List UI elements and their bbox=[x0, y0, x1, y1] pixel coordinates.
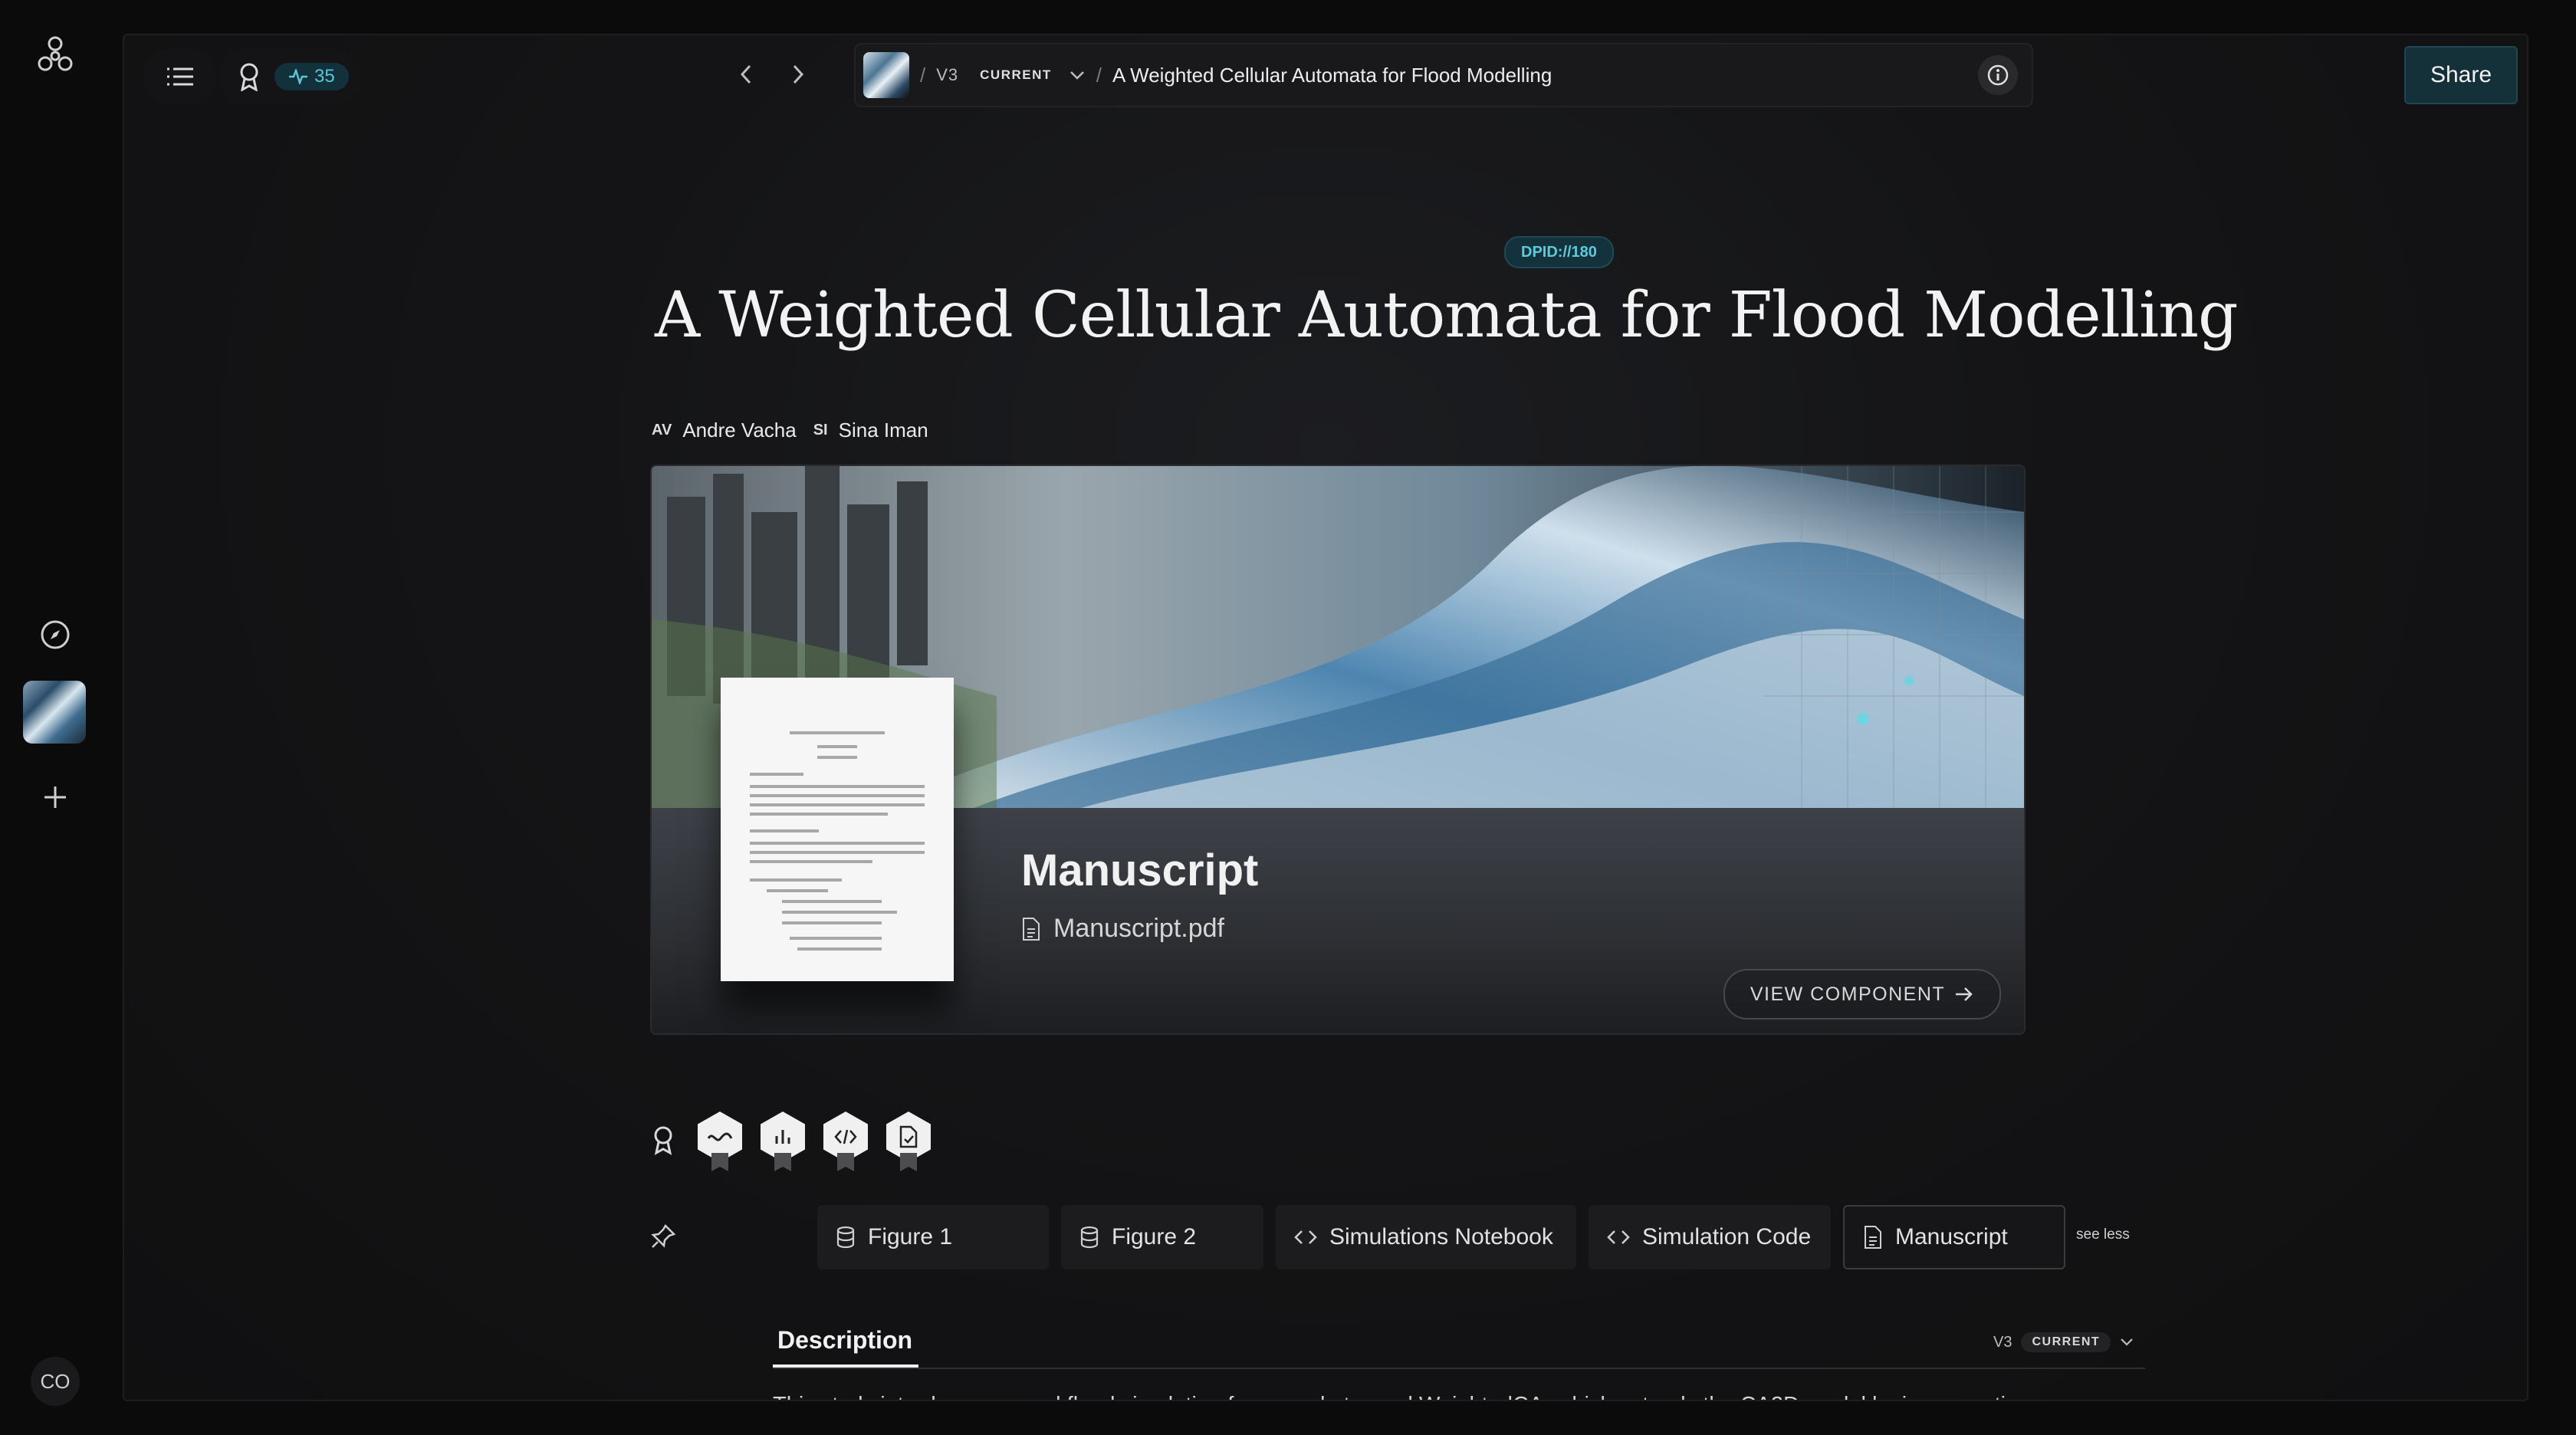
manuscript-thumbnail[interactable] bbox=[721, 678, 954, 981]
view-component-label: VIEW COMPONENT bbox=[1750, 983, 1946, 1005]
badge-figures[interactable] bbox=[761, 1112, 805, 1171]
breadcrumb: / V3 CURRENT / A Weighted Cellular Autom… bbox=[854, 43, 2033, 107]
tab-figure-1[interactable]: Figure 1 bbox=[817, 1205, 1049, 1269]
activity-icon bbox=[289, 69, 307, 84]
current-label[interactable]: CURRENT bbox=[980, 67, 1052, 83]
author-name[interactable]: Sina Iman bbox=[839, 419, 928, 442]
file-icon bbox=[1023, 917, 1040, 941]
info-icon bbox=[1987, 64, 2009, 86]
badge-list bbox=[698, 1112, 931, 1171]
code-icon bbox=[1607, 1230, 1630, 1244]
code-icon bbox=[834, 1129, 857, 1144]
badge-score-pill[interactable]: 35 bbox=[219, 49, 360, 104]
database-icon bbox=[836, 1226, 855, 1249]
left-rail: CO bbox=[0, 0, 123, 1435]
file-check-icon bbox=[899, 1125, 918, 1148]
forward-arrow-icon[interactable] bbox=[788, 63, 807, 90]
project-thumbnail[interactable] bbox=[23, 681, 86, 744]
database-icon bbox=[1080, 1226, 1099, 1249]
component-preview-card[interactable]: Manuscript Manuscript.pdf VIEW COMPONENT bbox=[650, 465, 2026, 1035]
chevron-down-icon bbox=[2121, 1338, 2133, 1346]
top-bar: 35 / V3 CURRENT / A Weighted Cellular Au… bbox=[124, 35, 2527, 118]
author-initials: AV bbox=[652, 422, 672, 438]
file-icon bbox=[1865, 1226, 1881, 1249]
tab-description[interactable]: Description bbox=[777, 1326, 912, 1355]
user-avatar[interactable]: CO bbox=[31, 1357, 80, 1406]
list-icon bbox=[167, 67, 193, 86]
award-icon bbox=[652, 1125, 675, 1160]
back-arrow-icon[interactable] bbox=[738, 63, 756, 90]
score-value: 35 bbox=[314, 66, 335, 87]
component-file: Manuscript.pdf bbox=[1021, 914, 1224, 944]
divider bbox=[773, 1368, 2145, 1369]
tab-simulations-notebook[interactable]: Simulations Notebook bbox=[1276, 1205, 1576, 1269]
description-text: This study introduces a novel flood simu… bbox=[773, 1387, 2145, 1400]
toc-button[interactable] bbox=[143, 49, 216, 104]
component-tabs: Figure 1 Figure 2 Simulations Notebook S… bbox=[817, 1205, 2065, 1269]
pin-icon[interactable] bbox=[650, 1223, 676, 1253]
file-name: Manuscript.pdf bbox=[1053, 914, 1224, 943]
wave-icon bbox=[707, 1132, 733, 1141]
page-title: A Weighted Cellular Automata for Flood M… bbox=[655, 279, 2239, 352]
tab-figure-2[interactable]: Figure 2 bbox=[1061, 1205, 1263, 1269]
badge-data[interactable] bbox=[698, 1112, 742, 1171]
arrow-right-icon bbox=[1956, 987, 1973, 1001]
chevron-down-icon[interactable] bbox=[1069, 70, 1086, 80]
author-name[interactable]: Andre Vacha bbox=[682, 419, 796, 442]
score-badge: 35 bbox=[274, 63, 349, 90]
description-version-selector[interactable]: V3 CURRENT bbox=[1993, 1332, 2134, 1352]
tab-label: Manuscript bbox=[1895, 1224, 2008, 1249]
network-logo-icon[interactable] bbox=[26, 26, 84, 84]
see-less-link[interactable]: see less bbox=[2076, 1226, 2130, 1243]
badge-code[interactable] bbox=[823, 1112, 868, 1171]
dpid-badge[interactable]: DPID://180 bbox=[1504, 236, 1614, 268]
badge-reproducible[interactable] bbox=[886, 1112, 931, 1171]
view-component-button[interactable]: VIEW COMPONENT bbox=[1723, 969, 2001, 1020]
tab-label: Figure 2 bbox=[1112, 1224, 1197, 1249]
version-label: V3 bbox=[1993, 1333, 2013, 1351]
plus-icon[interactable] bbox=[26, 768, 84, 826]
tab-label: Simulation Code bbox=[1642, 1224, 1812, 1249]
breadcrumb-separator: / bbox=[920, 63, 926, 87]
breadcrumb-title[interactable]: A Weighted Cellular Automata for Flood M… bbox=[1112, 64, 1552, 87]
share-button[interactable]: Share bbox=[2404, 46, 2518, 104]
author-initials: SI bbox=[813, 422, 828, 438]
tab-label: Figure 1 bbox=[868, 1224, 953, 1249]
tab-simulation-code[interactable]: Simulation Code bbox=[1589, 1205, 1831, 1269]
award-icon bbox=[240, 63, 258, 91]
info-button[interactable] bbox=[1978, 55, 2018, 95]
tab-label: Simulations Notebook bbox=[1329, 1224, 1553, 1249]
code-icon bbox=[1294, 1230, 1317, 1244]
current-label: CURRENT bbox=[2021, 1332, 2111, 1352]
tab-manuscript[interactable]: Manuscript bbox=[1843, 1205, 2065, 1269]
compass-icon[interactable] bbox=[26, 606, 84, 664]
breadcrumb-separator: / bbox=[1096, 63, 1102, 87]
bar-chart-icon bbox=[775, 1130, 790, 1144]
component-title: Manuscript bbox=[1021, 846, 1259, 895]
author-list: AV Andre Vacha SI Sina Iman bbox=[652, 419, 928, 442]
main-frame: 35 / V3 CURRENT / A Weighted Cellular Au… bbox=[123, 34, 2528, 1401]
breadcrumb-thumbnail[interactable] bbox=[863, 52, 909, 98]
version-label: V3 bbox=[936, 65, 959, 84]
